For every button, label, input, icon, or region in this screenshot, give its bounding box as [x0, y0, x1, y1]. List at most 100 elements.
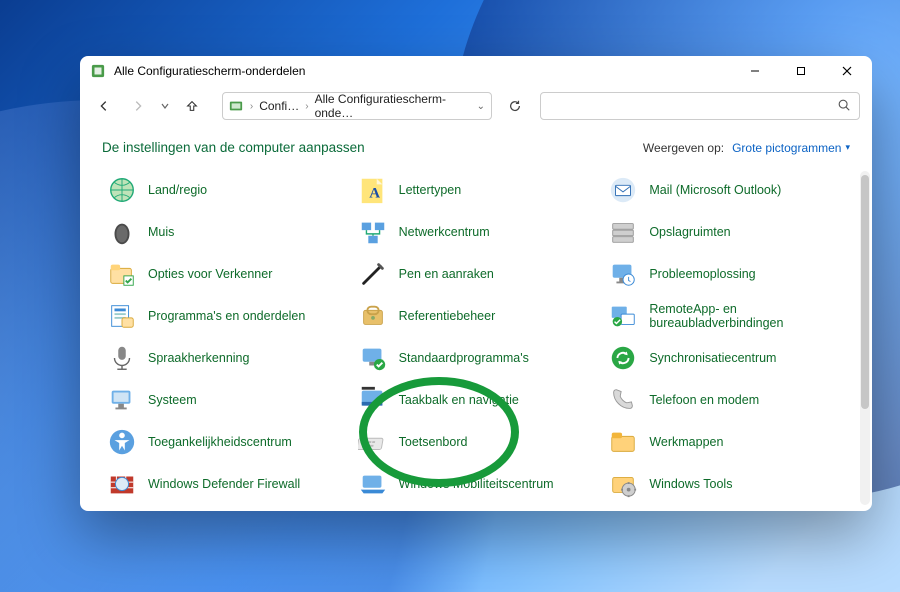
- pen-icon: [357, 258, 389, 290]
- control-panel-item[interactable]: Spraakherkenning: [102, 337, 349, 379]
- control-panel-icon: [229, 98, 244, 114]
- ease-icon: [106, 426, 138, 458]
- chevron-right-icon: ›: [248, 101, 255, 112]
- item-label: Telefoon en modem: [649, 393, 759, 407]
- item-label: Programma's en onderdelen: [148, 309, 305, 323]
- titlebar: Alle Configuratiescherm-onderdelen: [80, 56, 872, 86]
- scrollbar[interactable]: [860, 171, 870, 505]
- items-grid: Land/regio A Lettertypen Mail (Microsoft Ou…: [80, 165, 858, 511]
- view-value: Grote pictogrammen: [732, 141, 841, 155]
- item-label: Windows Mobiliteitscentrum: [399, 477, 554, 491]
- control-panel-item[interactable]: Programma's en onderdelen: [102, 295, 349, 337]
- control-panel-item[interactable]: Windows Mobiliteitscentrum: [353, 463, 600, 505]
- breadcrumb-part[interactable]: Alle Configuratiescherm-onde…: [315, 92, 473, 120]
- item-label: Opties voor Verkenner: [148, 267, 272, 281]
- recent-locations-button[interactable]: [156, 92, 174, 120]
- item-label: Muis: [148, 225, 174, 239]
- control-panel-item[interactable]: Werkmappen: [603, 421, 850, 463]
- chevron-down-icon: ▾: [845, 142, 850, 153]
- forward-button[interactable]: [122, 92, 154, 120]
- control-panel-item[interactable]: Pen en aanraken: [353, 253, 600, 295]
- mobility-icon: [357, 468, 389, 500]
- tools-icon: [607, 468, 639, 500]
- font-icon: A: [357, 174, 389, 206]
- breadcrumb-part[interactable]: Confi…: [259, 99, 299, 113]
- item-label: Werkmappen: [649, 435, 723, 449]
- programs-icon: [106, 300, 138, 332]
- cred-icon: [357, 300, 389, 332]
- mail-icon: [607, 174, 639, 206]
- view-dropdown[interactable]: Grote pictogrammen ▾: [732, 141, 850, 155]
- workfold-icon: [607, 426, 639, 458]
- page-title: De instellingen van de computer aanpasse…: [102, 140, 365, 155]
- keyboard-icon: [357, 426, 389, 458]
- chevron-right-icon: ›: [303, 101, 310, 112]
- search-box[interactable]: [540, 92, 860, 120]
- control-panel-item[interactable]: Synchronisatiecentrum: [603, 337, 850, 379]
- item-label: Taakbalk en navigatie: [399, 393, 519, 407]
- control-panel-item[interactable]: A Lettertypen: [353, 169, 600, 211]
- mic-icon: [106, 342, 138, 374]
- globe-icon: [106, 174, 138, 206]
- item-label: Referentiebeheer: [399, 309, 496, 323]
- firewall-icon: [106, 468, 138, 500]
- control-panel-item[interactable]: Netwerkcentrum: [353, 211, 600, 253]
- search-input[interactable]: [549, 99, 837, 113]
- control-panel-item[interactable]: Land/regio: [102, 169, 349, 211]
- control-panel-item[interactable]: Standaardprogramma's: [353, 337, 600, 379]
- back-button[interactable]: [88, 92, 120, 120]
- item-label: Land/regio: [148, 183, 207, 197]
- sync-icon: [607, 342, 639, 374]
- control-panel-item[interactable]: Systeem: [102, 379, 349, 421]
- network-icon: [357, 216, 389, 248]
- search-icon[interactable]: [837, 98, 851, 115]
- defprog-icon: [357, 342, 389, 374]
- control-panel-item[interactable]: RemoteApp- en bureaubladverbindingen: [603, 295, 850, 337]
- item-label: Toetsenbord: [399, 435, 468, 449]
- control-panel-item[interactable]: Opslagruimten: [603, 211, 850, 253]
- control-panel-item[interactable]: Mail (Microsoft Outlook): [603, 169, 850, 211]
- item-label: Opslagruimten: [649, 225, 730, 239]
- control-panel-item[interactable]: Taakbalk en navigatie: [353, 379, 600, 421]
- item-label: Toegankelijkheidscentrum: [148, 435, 292, 449]
- content-header: De instellingen van de computer aanpasse…: [80, 126, 872, 165]
- control-panel-item[interactable]: Referentiebeheer: [353, 295, 600, 337]
- folderopt-icon: [106, 258, 138, 290]
- refresh-button[interactable]: [500, 92, 530, 120]
- navigation-bar: › Confi… › Alle Configuratiescherm-onde……: [80, 86, 872, 126]
- control-panel-item[interactable]: Opties voor Verkenner: [102, 253, 349, 295]
- control-panel-item[interactable]: Probleemoplossing: [603, 253, 850, 295]
- disks-icon: [607, 216, 639, 248]
- system-icon: [106, 384, 138, 416]
- control-panel-item[interactable]: Windows Tools: [603, 463, 850, 505]
- item-label: Systeem: [148, 393, 197, 407]
- item-label: Probleemoplossing: [649, 267, 755, 281]
- svg-text:A: A: [369, 186, 380, 202]
- close-button[interactable]: [824, 56, 870, 86]
- app-icon: [90, 63, 106, 79]
- minimize-button[interactable]: [732, 56, 778, 86]
- up-button[interactable]: [176, 92, 208, 120]
- maximize-button[interactable]: [778, 56, 824, 86]
- control-panel-item[interactable]: Toegankelijkheidscentrum: [102, 421, 349, 463]
- taskbar-icon: [357, 384, 389, 416]
- item-label: RemoteApp- en bureaubladverbindingen: [649, 302, 846, 331]
- remote-icon: [607, 300, 639, 332]
- item-label: Lettertypen: [399, 183, 462, 197]
- scrollbar-thumb[interactable]: [861, 175, 869, 409]
- control-panel-item[interactable]: Muis: [102, 211, 349, 253]
- mouse-icon: [106, 216, 138, 248]
- phone-icon: [607, 384, 639, 416]
- item-label: Pen en aanraken: [399, 267, 494, 281]
- control-panel-item[interactable]: Windows Defender Firewall: [102, 463, 349, 505]
- window-title: Alle Configuratiescherm-onderdelen: [114, 64, 732, 78]
- item-label: Netwerkcentrum: [399, 225, 490, 239]
- chevron-down-icon[interactable]: ⌄: [477, 101, 485, 112]
- item-label: Standaardprogramma's: [399, 351, 529, 365]
- control-panel-item[interactable]: Telefoon en modem: [603, 379, 850, 421]
- control-panel-item[interactable]: Toetsenbord: [353, 421, 600, 463]
- item-label: Windows Tools: [649, 477, 732, 491]
- item-label: Synchronisatiecentrum: [649, 351, 776, 365]
- item-label: Spraakherkenning: [148, 351, 249, 365]
- breadcrumb[interactable]: › Confi… › Alle Configuratiescherm-onde……: [222, 92, 492, 120]
